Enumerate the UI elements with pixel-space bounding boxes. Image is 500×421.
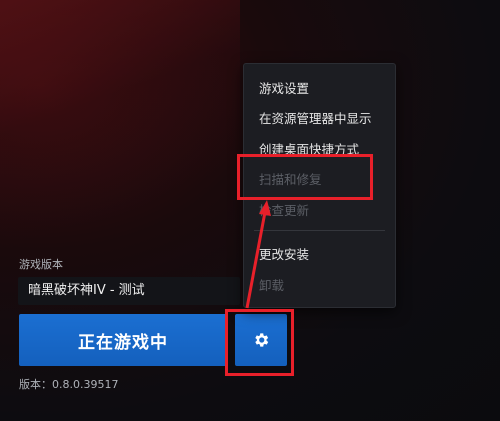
red-arrow	[245, 200, 271, 309]
